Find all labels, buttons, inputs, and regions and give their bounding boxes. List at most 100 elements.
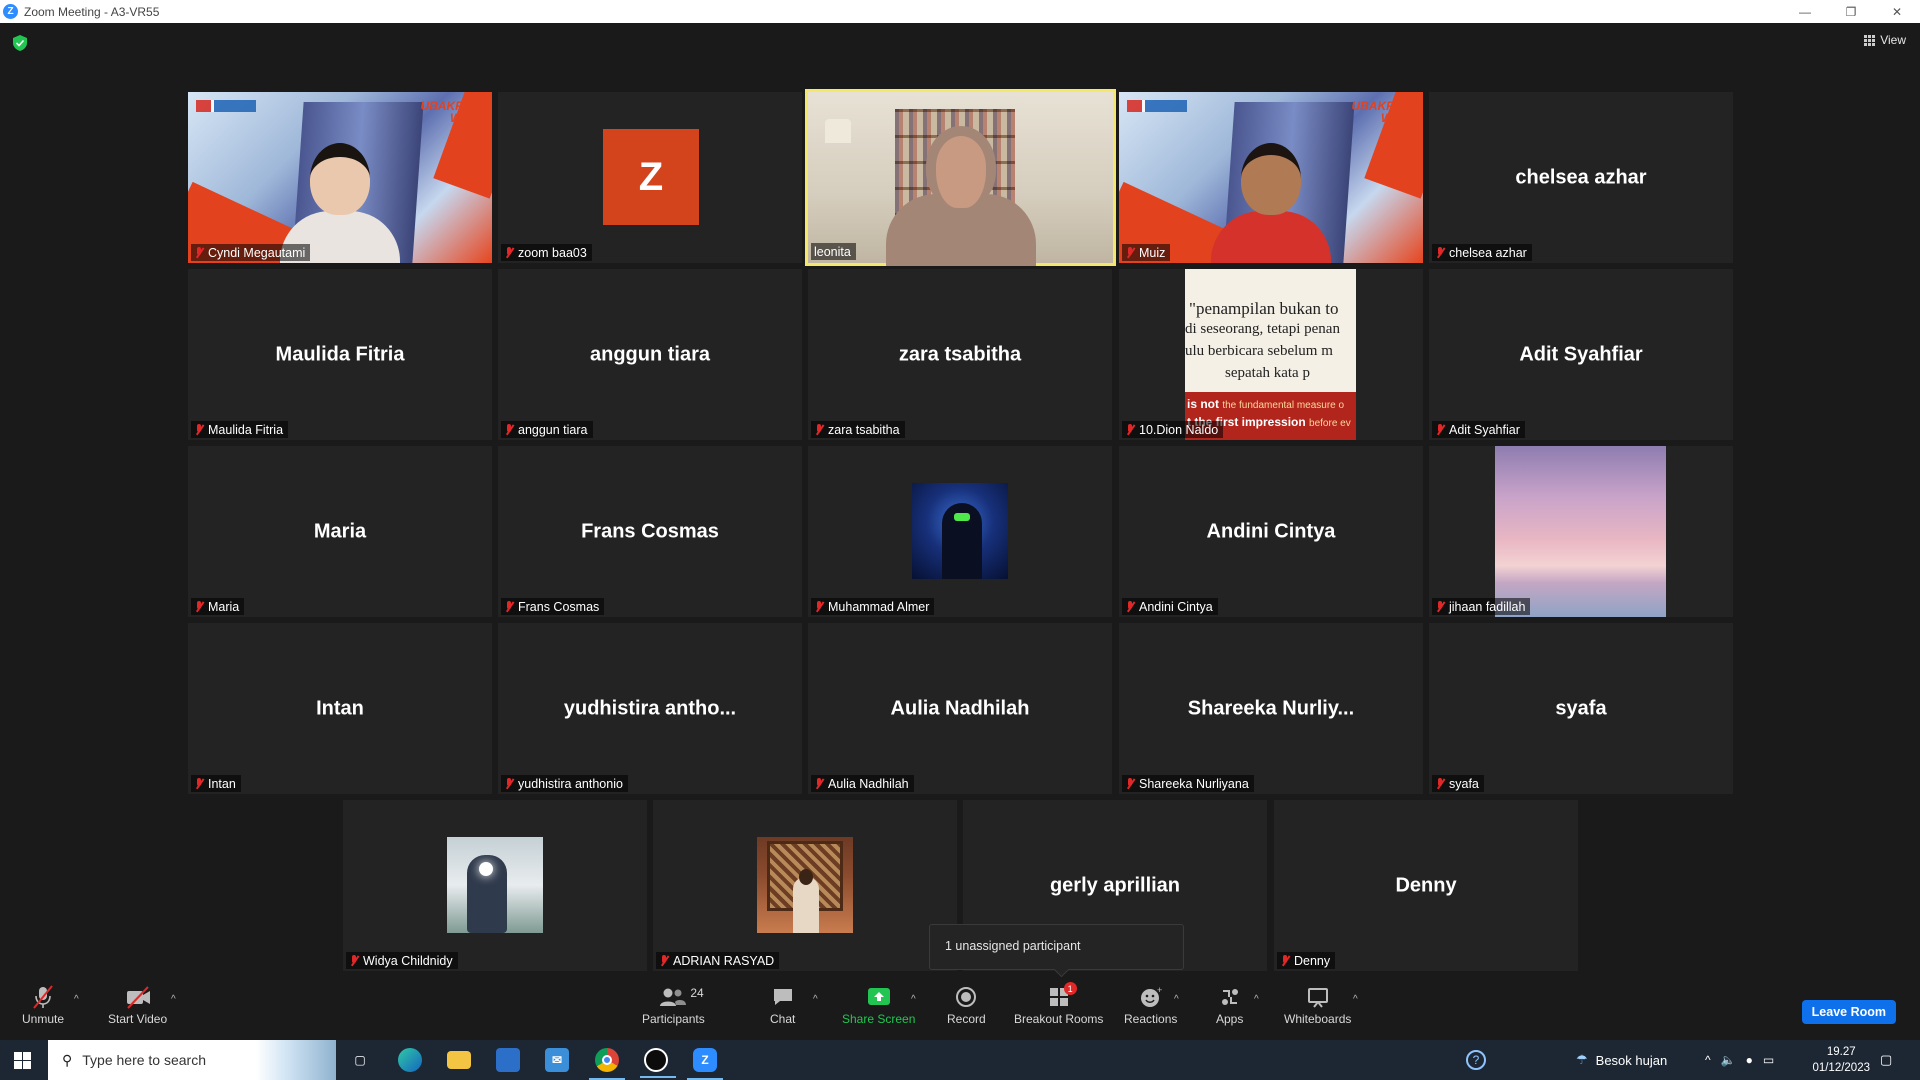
participant-tile-yudhistira[interactable]: yudhistira antho... yudhistira anthonio — [498, 623, 802, 794]
muted-mic-icon — [1435, 600, 1445, 613]
participant-name-label: Muhammad Almer — [811, 598, 935, 615]
record-button[interactable]: Record — [947, 984, 986, 1026]
participants-button[interactable]: 24 Participants — [642, 984, 705, 1026]
participant-display-name: syafa — [1555, 697, 1607, 719]
video-options-chevron-icon[interactable]: ^ — [171, 994, 176, 1005]
mail-icon[interactable]: ✉ — [545, 1048, 569, 1072]
participant-tile-muiz[interactable]: UBAKRIE'S WEEK Muiz — [1119, 92, 1423, 263]
security-shield-icon[interactable] — [13, 35, 27, 51]
muted-mic-icon — [814, 423, 824, 436]
reactions-options-chevron-icon[interactable]: ^ — [1174, 994, 1179, 1005]
network-icon[interactable]: ▭ — [1763, 1053, 1774, 1067]
help-icon[interactable]: ? — [1466, 1040, 1486, 1080]
participant-tile-intan[interactable]: Intan Intan — [188, 623, 492, 794]
participant-name-label: Adit Syahfiar — [1432, 421, 1525, 438]
video-off-icon — [126, 986, 150, 1009]
zoom-app-icon[interactable]: Z — [687, 1048, 723, 1080]
participant-tile-denny[interactable]: Denny Denny — [1274, 800, 1578, 971]
system-tray: ^ 🔈 ● ▭ — [1705, 1040, 1774, 1080]
event-brand-text: UBAKRIE'S WEEK — [1351, 99, 1417, 125]
chevron-up-icon[interactable]: ^ — [1705, 1053, 1711, 1067]
view-button[interactable]: View — [1864, 33, 1906, 47]
file-explorer-icon[interactable] — [447, 1051, 471, 1069]
muted-mic-icon — [1435, 246, 1445, 259]
windows-start-icon[interactable] — [14, 1052, 31, 1069]
muted-mic-icon — [194, 600, 204, 613]
participant-video-figure — [885, 126, 1036, 266]
participant-tile-almer[interactable]: Muhammad Almer — [808, 446, 1112, 617]
meeting-toolbar: Unmute ^ Start Video ^ 24 Participants C… — [0, 980, 1920, 1040]
muted-mic-icon — [349, 954, 359, 967]
participant-display-name: Andini Cintya — [1206, 520, 1336, 542]
whiteboards-button[interactable]: Whiteboards — [1284, 984, 1351, 1026]
participant-display-name: chelsea azhar — [1515, 166, 1647, 188]
participant-tile-chelsea[interactable]: chelsea azhar chelsea azhar — [1429, 92, 1733, 263]
quote-image: "penampilan bukan to di seseorang, tetap… — [1185, 269, 1356, 440]
muted-mic-icon — [504, 423, 514, 436]
chrome-browser-icon[interactable] — [589, 1048, 625, 1080]
participant-tile-leonita-active-speaker[interactable]: leonita — [805, 89, 1116, 266]
participant-tile-syafa[interactable]: syafa syafa — [1429, 623, 1733, 794]
edge-browser-icon[interactable] — [398, 1048, 422, 1072]
participant-tile-cyndi[interactable]: UBAKRIE'S WEEK Cyndi Megautami — [188, 92, 492, 263]
notifications-icon[interactable]: ▢ — [1880, 1040, 1892, 1080]
apps-options-chevron-icon[interactable]: ^ — [1254, 994, 1259, 1005]
participant-display-name: zara tsabitha — [898, 343, 1022, 365]
share-options-chevron-icon[interactable]: ^ — [911, 994, 916, 1005]
minimize-button[interactable]: — — [1782, 0, 1828, 23]
breakout-badge: 1 — [1063, 982, 1077, 995]
participant-name-label: Frans Cosmas — [501, 598, 605, 615]
taskbar-clock[interactable]: 19.27 01/12/2023 — [1812, 1044, 1870, 1076]
microsoft-store-icon[interactable] — [496, 1048, 520, 1072]
participant-tile-zara[interactable]: zara tsabitha zara tsabitha — [808, 269, 1112, 440]
participant-tile-frans[interactable]: Frans Cosmas Frans Cosmas — [498, 446, 802, 617]
taskbar-search-box[interactable]: ⚲ Type here to search — [48, 1040, 336, 1080]
participant-tile-widya[interactable]: Widya Childnidy — [343, 800, 647, 971]
participant-tile-andini[interactable]: Andini Cintya Andini Cintya — [1119, 446, 1423, 617]
app-eye-icon[interactable] — [640, 1048, 676, 1078]
participant-tile-jihaan[interactable]: jihaan fadillah — [1429, 446, 1733, 617]
participant-tile-anggun[interactable]: anggun tiara anggun tiara — [498, 269, 802, 440]
participants-count: 24 — [690, 986, 704, 1000]
whiteboards-options-chevron-icon[interactable]: ^ — [1353, 994, 1358, 1005]
share-screen-button[interactable]: Share Screen — [842, 984, 915, 1026]
participant-tile-shareeka[interactable]: Shareeka Nurliy... Shareeka Nurliyana — [1119, 623, 1423, 794]
participant-name-label: Andini Cintya — [1122, 598, 1218, 615]
clock-date: 01/12/2023 — [1812, 1062, 1870, 1074]
microphone-icon[interactable]: ● — [1746, 1053, 1753, 1067]
participant-tile-dion[interactable]: "penampilan bukan to di seseorang, tetap… — [1119, 269, 1423, 440]
profile-picture — [912, 483, 1008, 579]
participant-tile-zoom[interactable]: Z zoom baa03 — [498, 92, 802, 263]
search-placeholder: Type here to search — [82, 1052, 207, 1068]
chat-button[interactable]: Chat — [770, 984, 795, 1026]
grid-view-icon — [1864, 34, 1876, 46]
participant-name-label: zara tsabitha — [811, 421, 905, 438]
reactions-button[interactable]: + Reactions — [1124, 984, 1177, 1026]
start-video-button[interactable]: Start Video — [108, 984, 167, 1026]
event-logos — [1127, 100, 1187, 112]
event-brand-text: UBAKRIE'S WEEK — [420, 99, 486, 125]
clock-time: 19.27 — [1826, 1046, 1856, 1058]
participants-icon — [660, 988, 687, 1006]
breakout-rooms-button[interactable]: 1 Breakout Rooms — [1014, 982, 1103, 1026]
close-button[interactable]: ✕ — [1874, 0, 1920, 23]
weather-widget[interactable]: ☂ Besok hujan — [1576, 1040, 1667, 1080]
participant-tile-maria[interactable]: Maria Maria — [188, 446, 492, 617]
unmute-button[interactable]: Unmute — [22, 984, 64, 1026]
restore-button[interactable]: ❐ — [1828, 0, 1874, 23]
participant-tile-aulia[interactable]: Aulia Nadhilah Aulia Nadhilah — [808, 623, 1112, 794]
chat-options-chevron-icon[interactable]: ^ — [813, 994, 818, 1005]
participant-tile-maulida[interactable]: Maulida Fitria Maulida Fitria — [188, 269, 492, 440]
muted-mic-icon — [33, 985, 53, 1009]
participant-name-label: Shareeka Nurliyana — [1122, 775, 1254, 792]
participant-tile-adrian[interactable]: ADRIAN RASYAD — [653, 800, 957, 971]
participant-tile-adit[interactable]: Adit Syahfiar Adit Syahfiar — [1429, 269, 1733, 440]
task-view-icon[interactable]: ▢ — [348, 1048, 372, 1072]
audio-options-chevron-icon[interactable]: ^ — [74, 994, 79, 1005]
apps-button[interactable]: Apps — [1216, 984, 1243, 1026]
leave-room-button[interactable]: Leave Room — [1801, 1000, 1896, 1024]
speaker-icon[interactable]: 🔈 — [1721, 1053, 1736, 1067]
profile-picture — [447, 837, 543, 933]
muted-mic-icon — [1125, 246, 1135, 259]
muted-mic-icon — [504, 600, 514, 613]
